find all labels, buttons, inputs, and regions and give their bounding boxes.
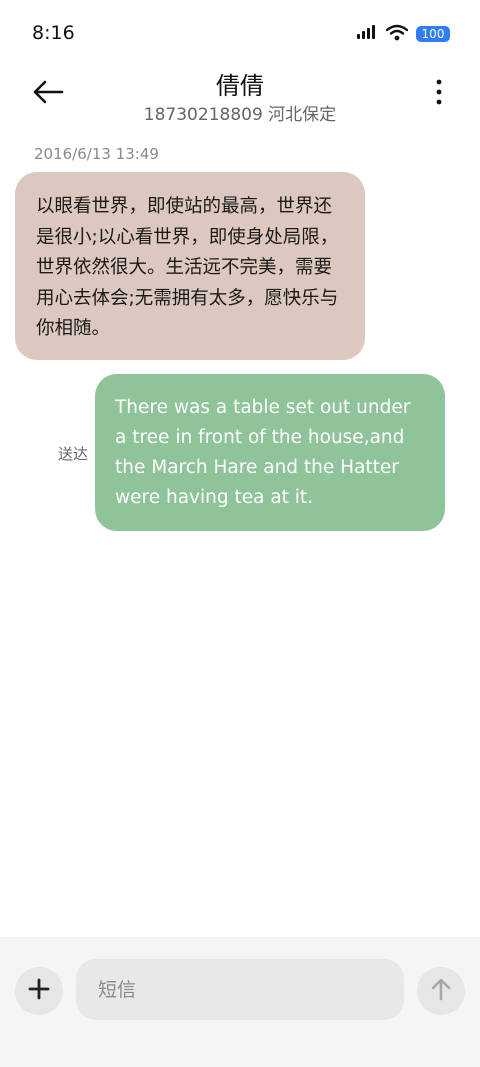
battery-icon: 100 — [416, 26, 450, 42]
outgoing-message-bubble[interactable]: There was a table set out under a tree i… — [95, 374, 445, 531]
status-icons: 100 — [356, 22, 450, 46]
send-button[interactable] — [417, 967, 465, 1015]
status-bar: 8:16 100 — [0, 0, 480, 60]
contact-number-location: 18730218809 河北保定 — [143, 105, 337, 125]
send-arrow-up-icon — [430, 977, 452, 1005]
message-timestamp: 2016/6/13 13:49 — [34, 145, 159, 163]
wifi-icon — [385, 24, 409, 45]
more-options-button[interactable] — [428, 76, 450, 112]
message-composer — [0, 937, 480, 1067]
more-vertical-icon — [436, 79, 442, 109]
conversation-header: 倩倩 18730218809 河北保定 — [0, 60, 480, 130]
sms-conversation-screen: 8:16 100 倩倩 18730218809 河北保定 2016/6/13 1… — [0, 0, 480, 1067]
plus-icon — [28, 978, 50, 1004]
delivery-status: 送达 — [58, 445, 89, 463]
add-attachment-button[interactable] — [15, 967, 63, 1015]
incoming-message-bubble[interactable]: 以眼看世界，即使站的最高，世界还是很小;以心看世界，即使身处局限，世界依然很大。… — [15, 172, 365, 360]
status-time: 8:16 — [32, 22, 75, 44]
message-input[interactable] — [76, 959, 404, 1020]
signal-icon — [356, 24, 378, 44]
contact-name: 倩倩 — [216, 72, 264, 100]
